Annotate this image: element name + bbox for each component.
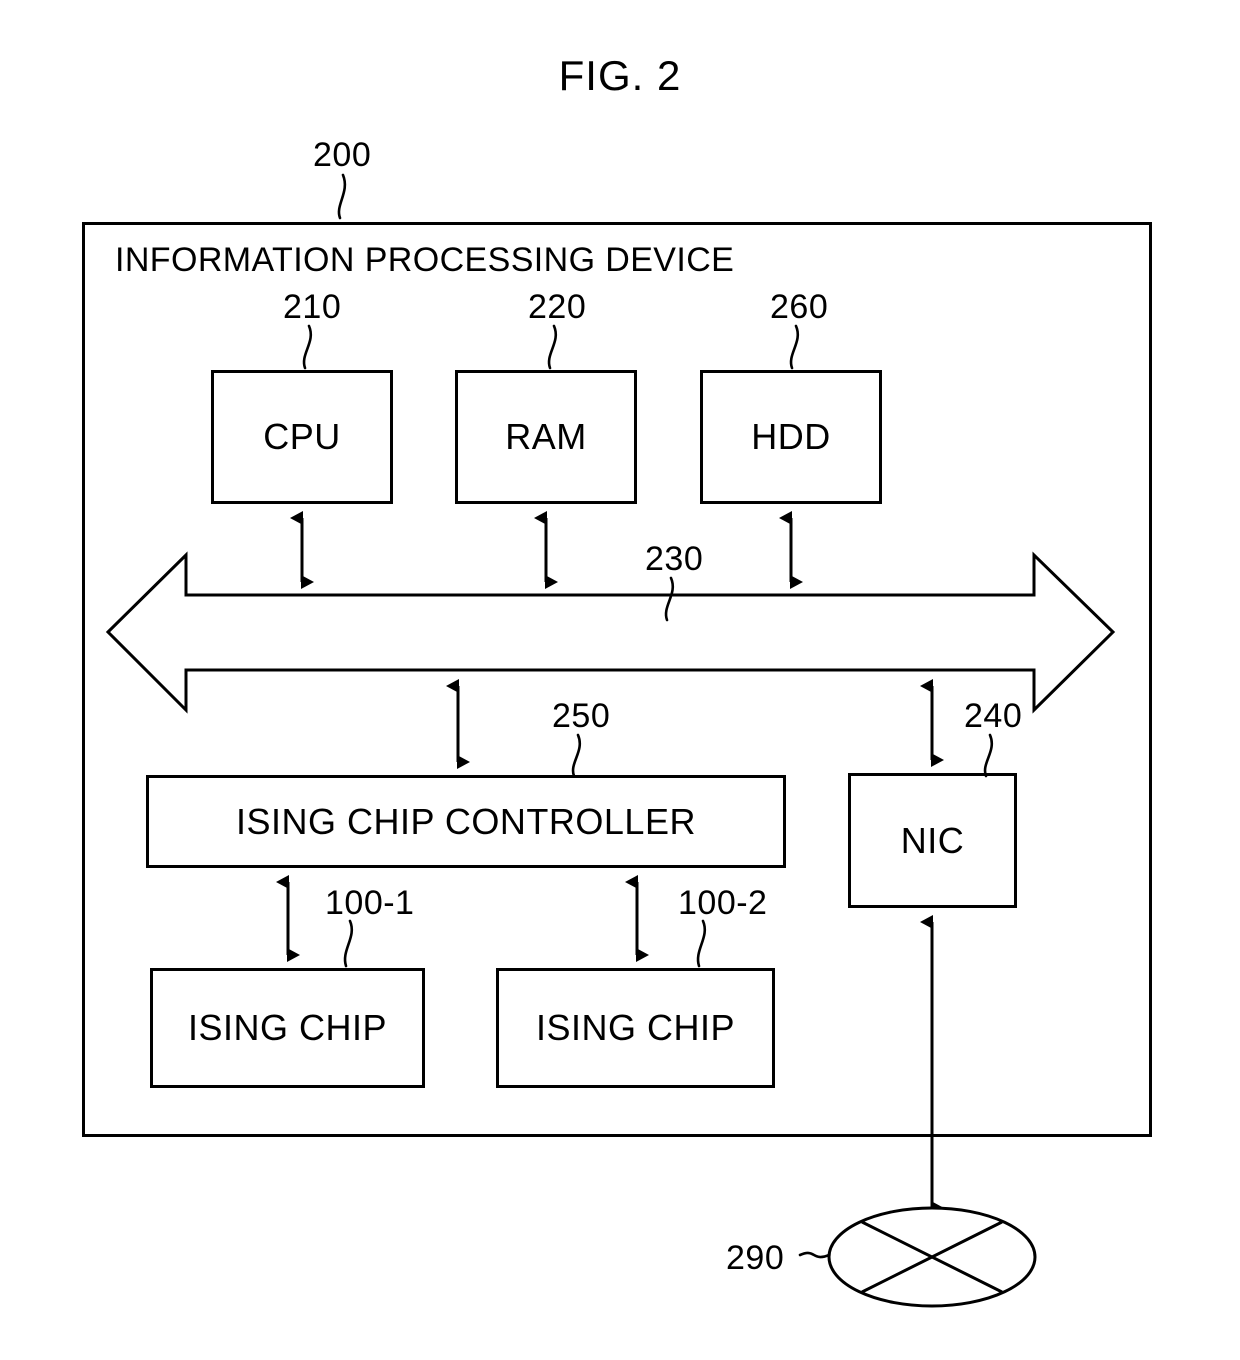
cpu-box: CPU [211,370,393,504]
ram-box: RAM [455,370,637,504]
ref-numeral-230: 230 [645,540,704,578]
ising-chip-controller-label: ISING CHIP CONTROLLER [236,800,696,842]
nic-label: NIC [900,819,965,861]
nic-box: NIC [848,773,1017,908]
ising-chip-1-label: ISING CHIP [187,1007,388,1048]
hdd-box: HDD [700,370,882,504]
figure-canvas: FIG. 2 INFORMATION PROCESSING DEVICE CPU… [0,0,1240,1360]
ram-label: RAM [505,416,587,457]
device-title-label: INFORMATION PROCESSING DEVICE [115,241,735,279]
cpu-label: CPU [263,416,341,457]
ising-chip-2-box: ISING CHIP [496,968,775,1088]
ref-numeral-210: 210 [283,288,342,326]
leader-line-290 [798,1251,831,1259]
leader-line-200 [337,173,347,220]
network-ellipse [827,1206,1037,1308]
ref-numeral-220: 220 [528,288,587,326]
ising-chip-controller-box: ISING CHIP CONTROLLER [146,775,786,868]
ref-numeral-290: 290 [726,1239,785,1277]
figure-title: FIG. 2 [558,52,682,99]
ref-numeral-100-2: 100-2 [678,884,768,922]
ref-numeral-100-1: 100-1 [325,884,415,922]
hdd-label: HDD [751,416,831,457]
system-bus-label: SYSTEM BUS [491,608,729,649]
network-symbol [827,1206,1037,1308]
ising-chip-1-box: ISING CHIP [150,968,425,1088]
network-cross-line-2 [861,1220,1003,1294]
network-cross-line-1 [861,1220,1003,1294]
ref-numeral-260: 260 [770,288,829,326]
ising-chip-2-label: ISING CHIP [535,1007,736,1048]
ref-numeral-200: 200 [313,136,372,174]
ref-numeral-250: 250 [552,697,611,735]
ref-numeral-240: 240 [964,697,1023,735]
